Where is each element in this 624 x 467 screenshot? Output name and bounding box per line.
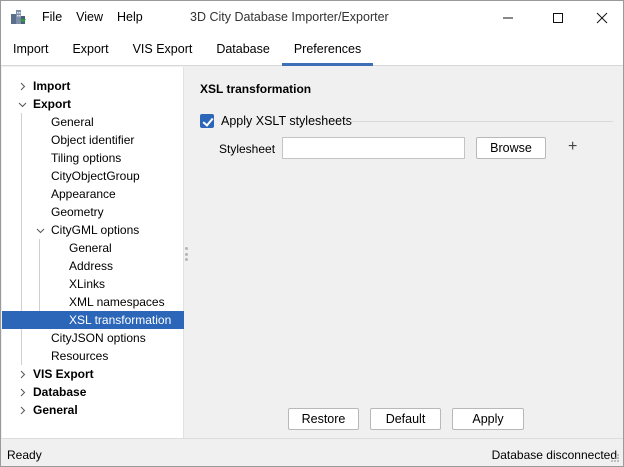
tab-label: VIS Export — [132, 42, 193, 56]
restore-button[interactable]: Restore — [288, 408, 359, 430]
tree-item[interactable]: CityGML options — [2, 221, 184, 239]
minimize-button[interactable] — [485, 1, 531, 34]
tab-label: Import — [13, 42, 49, 56]
chevron-right-icon[interactable] — [17, 401, 27, 419]
app-logo-icon — [11, 10, 26, 24]
status-bar: Ready Database disconnected — [1, 438, 623, 466]
tree-item[interactable]: General — [2, 401, 184, 419]
tree-item-label: Object identifier — [51, 133, 135, 147]
title-bar: File View Help 3D City Database Importer… — [1, 1, 623, 34]
tree-item[interactable]: Object identifier — [2, 131, 184, 149]
tab-database[interactable]: Database — [204, 34, 282, 65]
apply-button[interactable]: Apply — [452, 408, 524, 430]
add-stylesheet-icon[interactable]: + — [568, 139, 577, 155]
stylesheet-input[interactable] — [282, 137, 465, 159]
maximize-icon — [553, 12, 563, 23]
tree-item[interactable]: Resources — [2, 347, 184, 365]
tree-item[interactable]: Geometry — [2, 203, 184, 221]
tree-item-label: General — [33, 403, 78, 417]
chevron-right-icon[interactable] — [17, 383, 27, 401]
status-text: Ready — [7, 448, 42, 462]
window-title: 3D City Database Importer/Exporter — [190, 10, 389, 24]
tab-export[interactable]: Export — [60, 34, 120, 65]
xsl-transformation-panel: XSL transformation Apply XSLT stylesheet… — [185, 67, 623, 438]
tree-item-label: XLinks — [69, 277, 106, 291]
menu-bar: File View Help — [35, 1, 150, 34]
tree-item-label: Geometry — [51, 205, 104, 219]
default-button[interactable]: Default — [370, 408, 441, 430]
tree-item[interactable]: Address — [2, 257, 184, 275]
tree-item-label: Address — [69, 259, 114, 273]
tab-label: Export — [72, 42, 109, 56]
browse-button[interactable]: Browse — [476, 137, 546, 159]
tab-preferences[interactable]: Preferences — [281, 34, 374, 66]
tree-item-label: CityJSON options — [51, 331, 146, 345]
tree-item[interactable]: General — [2, 239, 184, 257]
apply-xslt-label: Apply XSLT stylesheets — [221, 114, 352, 128]
tab-label: Database — [216, 42, 270, 56]
connection-status: Database disconnected — [491, 448, 617, 462]
tree-item-label: General — [69, 241, 112, 255]
tree-item[interactable]: CityJSON options — [2, 329, 184, 347]
tree-item-label: Appearance — [51, 187, 116, 201]
tree-item-label: VIS Export — [33, 367, 94, 381]
tree-item-label: Database — [33, 385, 87, 399]
tree-item[interactable]: Appearance — [2, 185, 184, 203]
tree-item[interactable]: Tiling options — [2, 149, 184, 167]
menu-file[interactable]: File — [35, 1, 69, 34]
menu-view[interactable]: View — [69, 1, 110, 34]
section-divider — [350, 121, 613, 122]
minimize-icon — [503, 17, 513, 18]
app-window: File View Help 3D City Database Importer… — [0, 0, 624, 467]
tree-item[interactable]: XLinks — [2, 275, 184, 293]
tree-item-label: General — [51, 115, 94, 129]
tree-item-label: Resources — [51, 349, 109, 363]
tab-label: Preferences — [293, 42, 362, 56]
resize-grip-icon[interactable] — [610, 453, 620, 463]
tree-item[interactable]: CityObjectGroup — [2, 167, 184, 185]
tree-item-label: Tiling options — [51, 151, 122, 165]
tree-item[interactable]: XSL transformation — [2, 311, 184, 329]
menu-help[interactable]: Help — [110, 1, 150, 34]
tree-item-label: Import — [33, 79, 71, 93]
tree-item[interactable]: General — [2, 113, 184, 131]
close-button[interactable] — [579, 1, 624, 34]
tree-item[interactable]: Export — [2, 95, 184, 113]
tree-item[interactable]: Database — [2, 383, 184, 401]
tree-item[interactable]: VIS Export — [2, 365, 184, 383]
tree-item-label: Export — [33, 97, 72, 111]
tree-item-label: XSL transformation — [69, 313, 172, 327]
main-tabs: Import Export VIS Export Database Prefer… — [1, 34, 623, 66]
panel-title: XSL transformation — [200, 82, 312, 96]
close-icon — [596, 12, 608, 23]
tree-item[interactable]: Import — [2, 77, 184, 95]
apply-xslt-checkbox[interactable] — [200, 114, 214, 128]
tab-vis-export[interactable]: VIS Export — [121, 34, 205, 65]
chevron-right-icon[interactable] — [17, 365, 27, 383]
tab-import[interactable]: Import — [1, 34, 60, 65]
tree-item-label: CityGML options — [51, 223, 140, 237]
tree-item-label: XML namespaces — [69, 295, 165, 309]
stylesheet-label: Stylesheet — [219, 142, 276, 156]
preferences-tree: Import Export General Object identifier Tili… — [2, 67, 184, 438]
chevron-right-icon[interactable] — [17, 77, 27, 95]
tree-item[interactable]: XML namespaces — [2, 293, 184, 311]
apply-xslt-checkbox-row[interactable]: Apply XSLT stylesheets — [200, 113, 352, 129]
chevron-down-icon[interactable] — [35, 221, 45, 239]
tree-item-label: CityObjectGroup — [51, 169, 140, 183]
maximize-button[interactable] — [535, 1, 581, 34]
chevron-down-icon[interactable] — [17, 95, 27, 113]
